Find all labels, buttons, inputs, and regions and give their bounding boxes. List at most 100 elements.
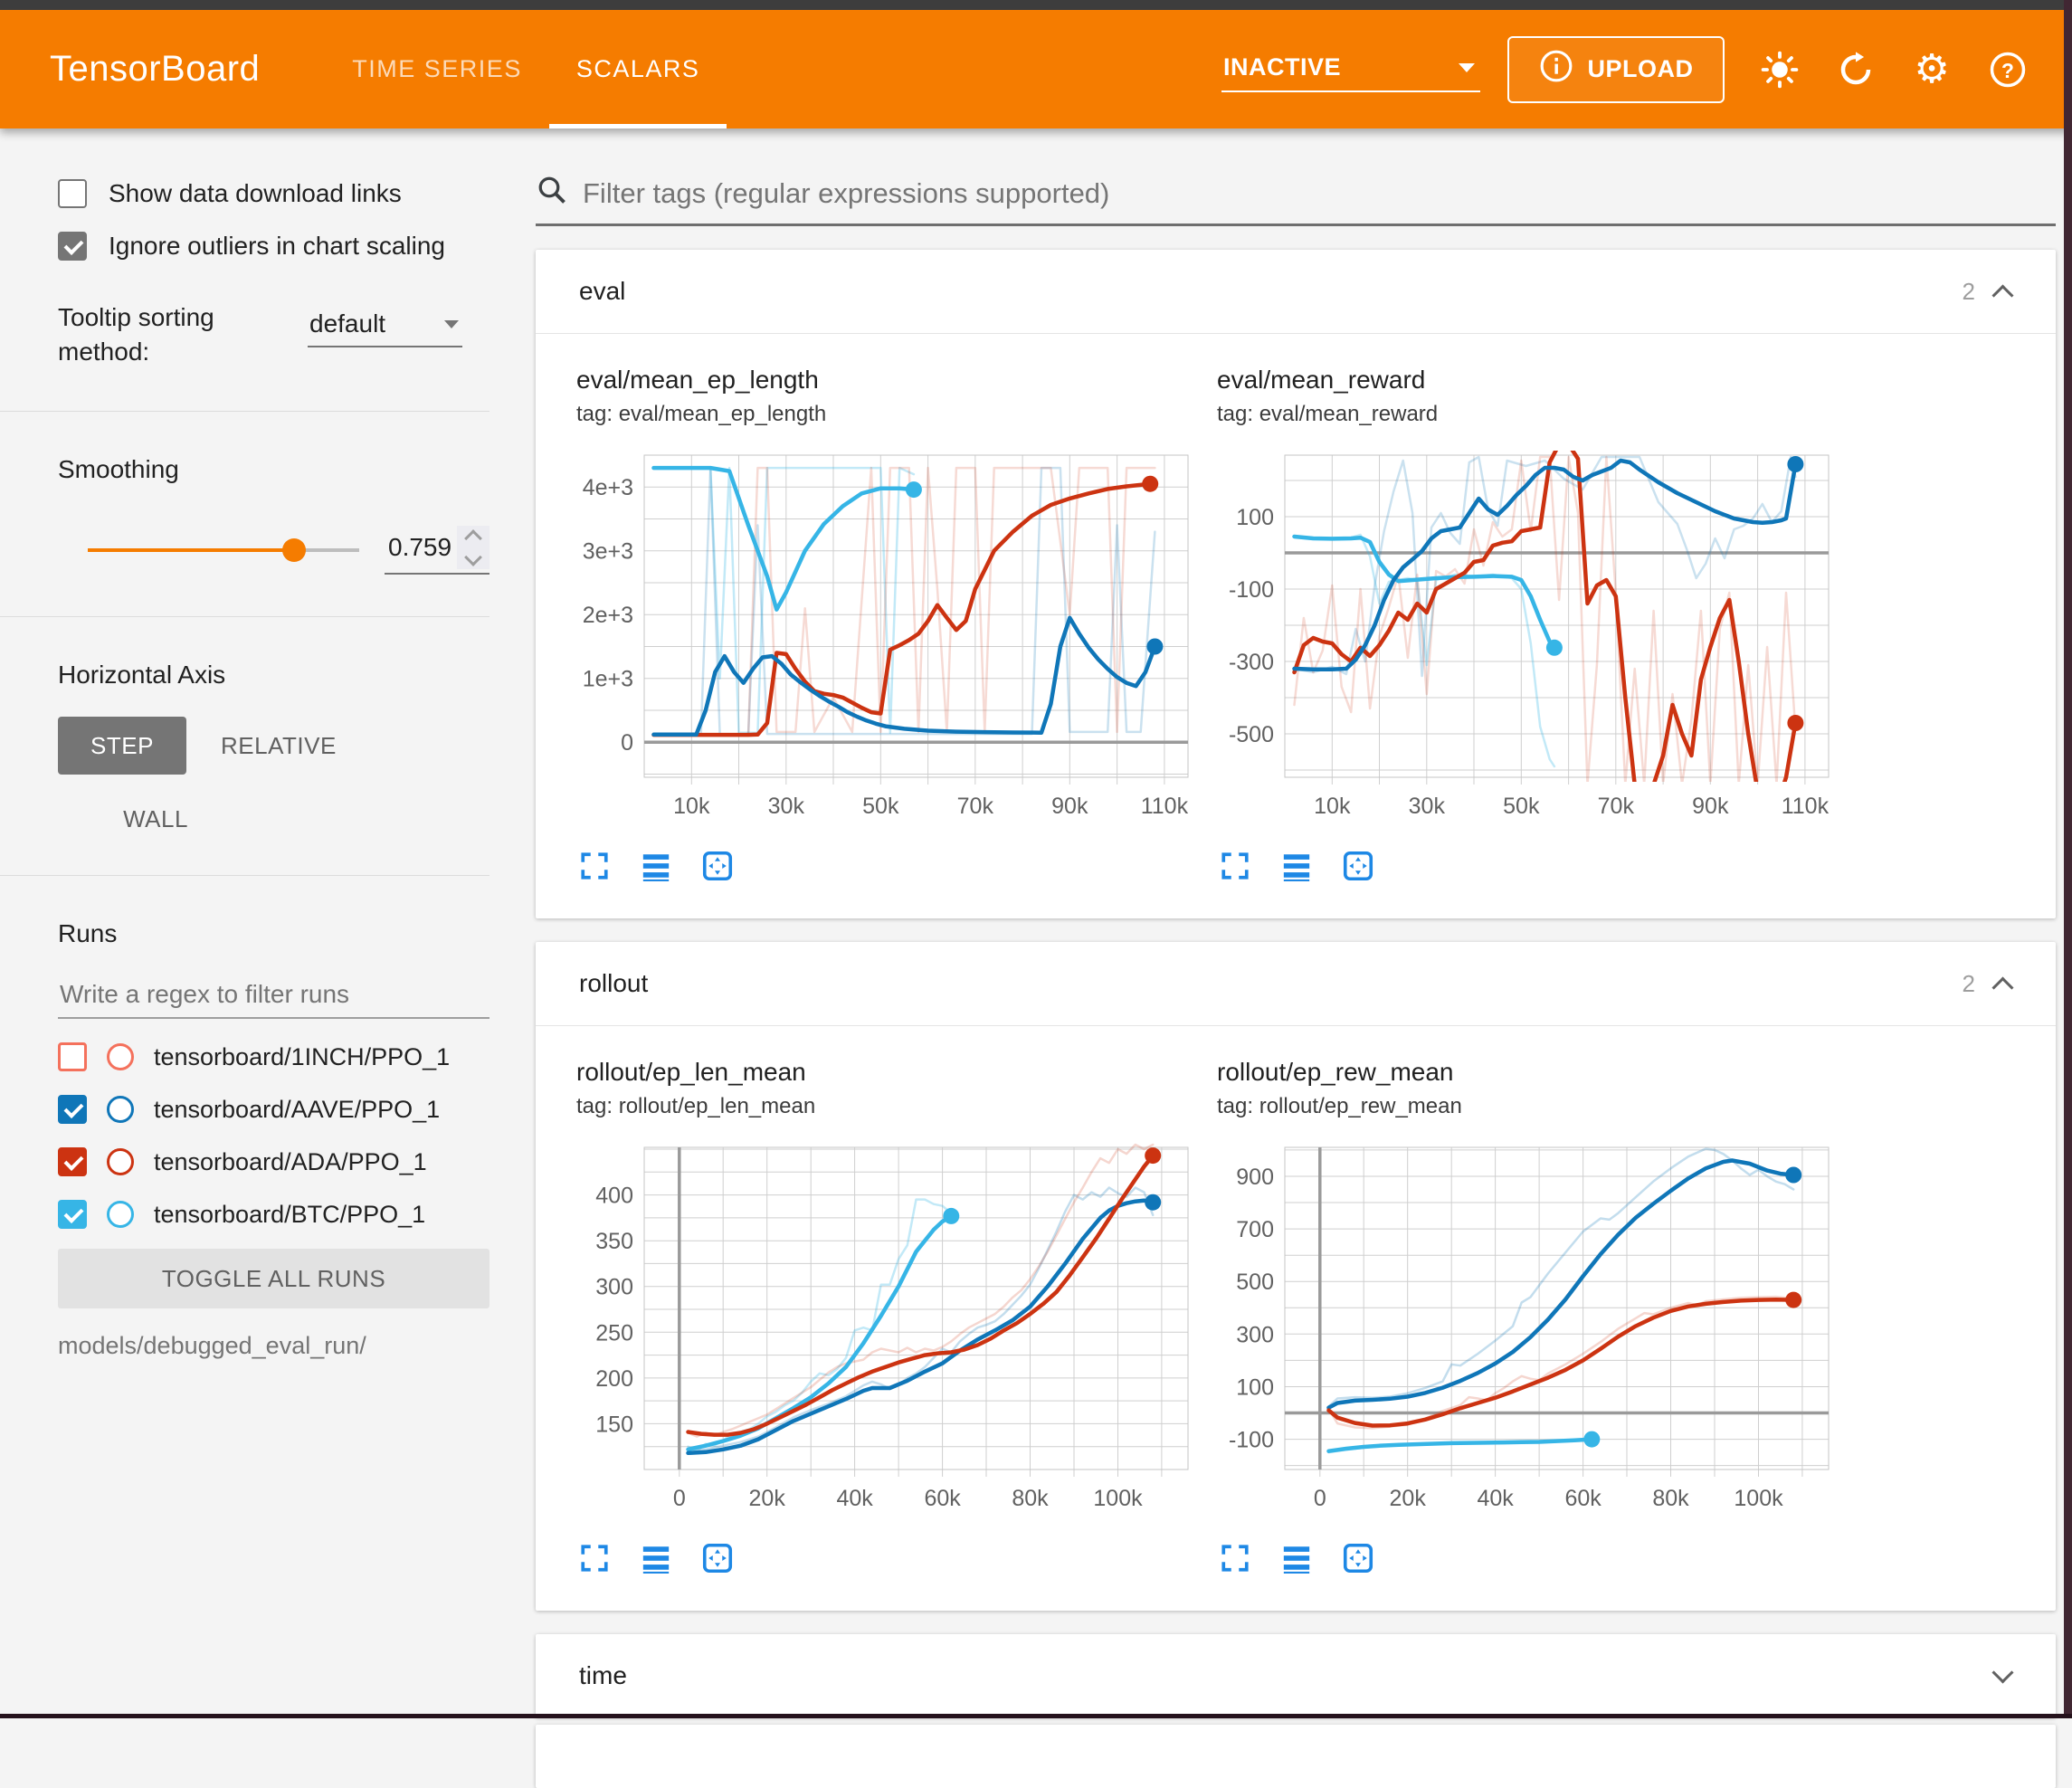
line-chart[interactable]: 020k40k60k80k100k150200250300350400	[576, 1137, 1194, 1526]
status-dropdown[interactable]: INACTIVE	[1221, 46, 1480, 92]
section-card-eval: eval 2 eval/mean_ep_length tag: eval/mea…	[536, 250, 2056, 918]
settings-gear-icon[interactable]: ⚙	[1911, 49, 1953, 90]
chevron-up-icon[interactable]	[1991, 284, 2013, 306]
section-card-partial	[536, 1725, 2056, 1788]
svg-text:2e+3: 2e+3	[583, 603, 633, 628]
caret-down-icon	[1459, 63, 1475, 72]
smoothing-label: Smoothing	[58, 455, 493, 484]
window-right-edge[interactable]	[2064, 0, 2072, 1718]
option-show-download-links[interactable]: Show data download links	[58, 179, 493, 208]
tooltip-sorting-select[interactable]: default	[308, 306, 462, 347]
line-chart[interactable]: 020k40k60k80k100k-100100300500700900	[1217, 1137, 1835, 1526]
chart-title: eval/mean_ep_length	[576, 365, 1194, 395]
stepper-up-icon[interactable]	[464, 529, 482, 547]
run-radio[interactable]	[107, 1096, 134, 1123]
axis-wall-button[interactable]: WALL	[101, 805, 210, 833]
runs-list-icon[interactable]	[638, 848, 674, 884]
run-checkbox[interactable]	[58, 1200, 87, 1229]
smoothing-slider-thumb[interactable]	[282, 538, 306, 562]
run-radio[interactable]	[107, 1043, 134, 1070]
tooltip-sorting-label: Tooltip sorting method:	[58, 300, 284, 369]
run-radio[interactable]	[107, 1148, 134, 1175]
smoothing-stepper[interactable]	[457, 526, 489, 569]
run-row: tensorboard/BTC/PPO_1	[58, 1200, 493, 1229]
line-chart[interactable]: 10k30k50k70k90k110k01e+32e+33e+34e+3	[576, 444, 1194, 833]
run-radio[interactable]	[107, 1201, 134, 1228]
section-name: time	[579, 1661, 627, 1690]
run-label: tensorboard/AAVE/PPO_1	[154, 1096, 440, 1124]
chart-tag: tag: rollout/ep_rew_mean	[1217, 1093, 1835, 1120]
run-label: tensorboard/ADA/PPO_1	[154, 1148, 427, 1176]
toggle-all-runs-button[interactable]: TOGGLE ALL RUNS	[58, 1249, 489, 1308]
chart-rollout-ep-len-mean: rollout/ep_len_mean tag: rollout/ep_len_…	[576, 1057, 1194, 1576]
tab-scalars[interactable]: SCALARS	[549, 10, 727, 128]
svg-text:-100: -100	[1229, 577, 1274, 603]
option-ignore-outliers[interactable]: Ignore outliers in chart scaling	[58, 232, 493, 261]
fullscreen-icon[interactable]	[1217, 1540, 1253, 1576]
filter-tags-input[interactable]	[581, 176, 2056, 211]
runs-list-icon[interactable]	[1278, 1540, 1315, 1576]
runs-label: Runs	[58, 919, 493, 948]
upload-button[interactable]: UPLOAD	[1507, 36, 1725, 103]
option-label: Ignore outliers in chart scaling	[109, 232, 445, 261]
runs-filter-input[interactable]	[58, 979, 493, 1010]
run-label: tensorboard/1INCH/PPO_1	[154, 1043, 450, 1071]
svg-text:100k: 100k	[1093, 1486, 1143, 1511]
fit-domain-icon[interactable]	[1340, 1540, 1376, 1576]
chevron-up-icon[interactable]	[1991, 976, 2013, 998]
filter-tags-field	[536, 128, 2056, 226]
upload-button-label: UPLOAD	[1588, 55, 1694, 83]
brightness-icon[interactable]	[1759, 49, 1801, 90]
refresh-icon[interactable]	[1835, 49, 1877, 90]
tab-time-series[interactable]: TIME SERIES	[325, 10, 549, 128]
svg-text:100: 100	[1236, 1375, 1274, 1401]
stepper-down-icon[interactable]	[464, 548, 482, 566]
info-icon	[1539, 49, 1573, 90]
checkbox[interactable]	[58, 232, 87, 261]
smoothing-slider[interactable]	[88, 548, 359, 552]
svg-text:700: 700	[1236, 1217, 1274, 1242]
svg-text:-100: -100	[1229, 1428, 1274, 1453]
run-checkbox[interactable]	[58, 1042, 87, 1071]
help-icon[interactable]: ?	[1987, 49, 2029, 90]
fullscreen-icon[interactable]	[1217, 848, 1253, 884]
chart-title: rollout/ep_rew_mean	[1217, 1057, 1835, 1088]
run-checkbox[interactable]	[58, 1095, 87, 1124]
section-header-time[interactable]: time	[536, 1634, 2056, 1717]
section-header-rollout[interactable]: rollout 2	[536, 942, 2056, 1025]
svg-text:40k: 40k	[1477, 1486, 1514, 1511]
svg-text:0: 0	[621, 730, 633, 756]
section-count: 2	[1963, 278, 1975, 306]
fit-domain-icon[interactable]	[699, 848, 736, 884]
svg-text:-300: -300	[1229, 650, 1274, 675]
checkbox[interactable]	[58, 179, 87, 208]
tooltip-sorting-row: Tooltip sorting method: default	[58, 300, 493, 369]
axis-step-button[interactable]: STEP	[58, 717, 186, 775]
svg-text:50k: 50k	[862, 794, 899, 819]
line-chart[interactable]: 10k30k50k70k90k110k100-100-300-500	[1217, 444, 1835, 833]
runs-base-directory: models/debugged_eval_run/	[58, 1332, 493, 1360]
section-card-rollout: rollout 2 rollout/ep_len_mean tag: rollo…	[536, 942, 2056, 1611]
fit-domain-icon[interactable]	[699, 1540, 736, 1576]
smoothing-value-field[interactable]: 0.759	[385, 526, 489, 575]
runs-list-icon[interactable]	[638, 1540, 674, 1576]
axis-relative-button[interactable]: RELATIVE	[221, 732, 337, 760]
fullscreen-icon[interactable]	[576, 848, 613, 884]
svg-text:500: 500	[1236, 1270, 1274, 1295]
svg-text:30k: 30k	[768, 794, 805, 819]
fullscreen-icon[interactable]	[576, 1540, 613, 1576]
section-count: 2	[1963, 970, 1975, 998]
svg-text:80k: 80k	[1652, 1486, 1689, 1511]
svg-text:3e+3: 3e+3	[583, 539, 633, 565]
svg-text:90k: 90k	[1692, 794, 1729, 819]
svg-text:350: 350	[595, 1229, 633, 1254]
fit-domain-icon[interactable]	[1340, 848, 1376, 884]
section-card-time: time	[536, 1634, 2056, 1717]
section-header-eval[interactable]: eval 2	[536, 250, 2056, 333]
smoothing-value: 0.759	[385, 533, 457, 562]
runs-list-icon[interactable]	[1278, 848, 1315, 884]
run-checkbox[interactable]	[58, 1147, 87, 1176]
chevron-down-icon[interactable]	[1991, 1661, 2013, 1683]
caret-down-icon	[444, 320, 459, 328]
divider	[0, 411, 489, 412]
